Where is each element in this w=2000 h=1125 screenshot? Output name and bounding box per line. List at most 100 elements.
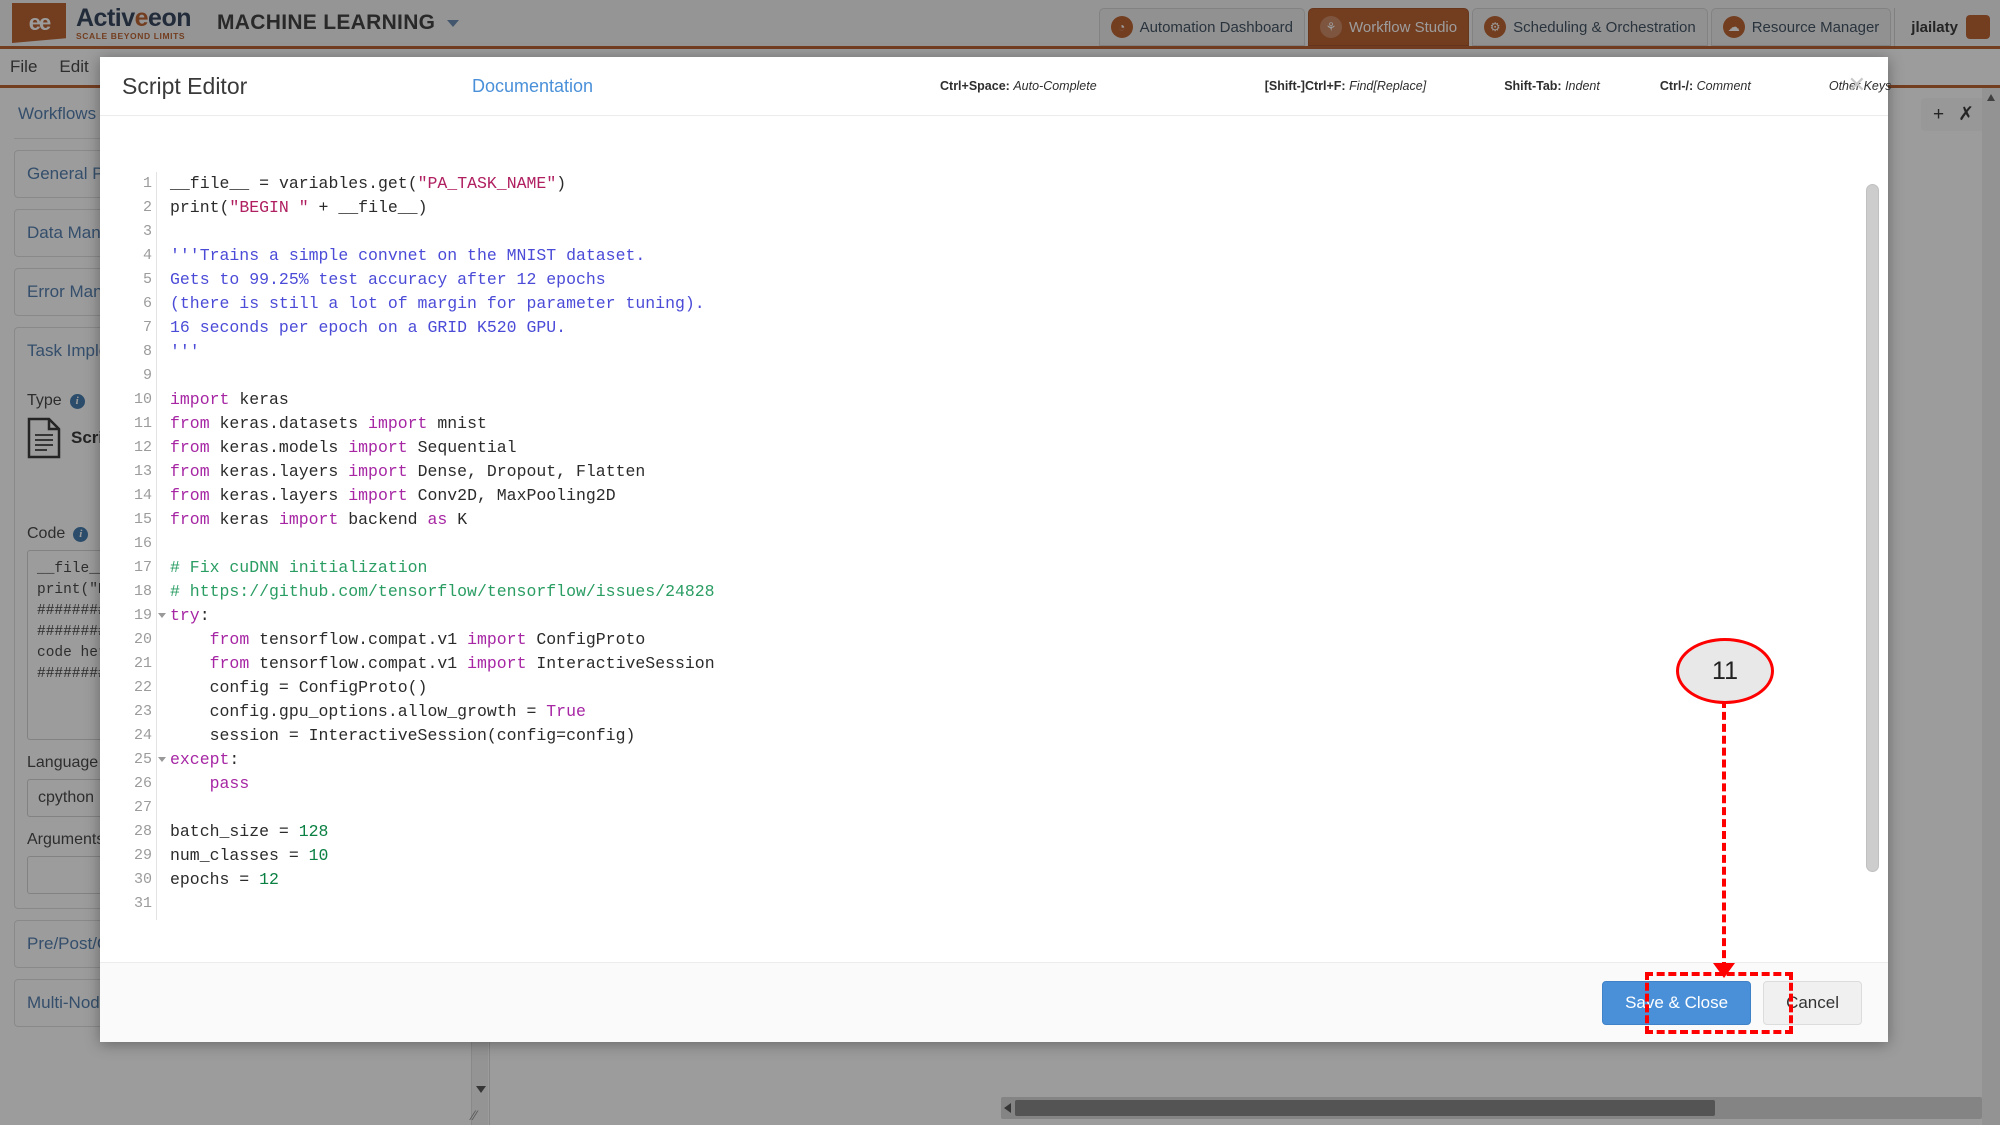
line-number: 16 — [133, 535, 152, 552]
gutter-divider — [156, 412, 170, 436]
keyboard-shortcuts-hints: Ctrl+Space: Auto-Complete [Shift-]Ctrl+F… — [940, 79, 1891, 93]
shortcut-auto-complete: Ctrl+Space: Auto-Complete — [940, 79, 1097, 93]
gutter-divider — [156, 340, 170, 364]
line-number: 20 — [133, 631, 152, 648]
code-line[interactable]: 6 (there is still a lot of margin for par… — [100, 292, 1860, 316]
code-editor[interactable]: 1 __file__ = variables.get("PA_TASK_NAME"… — [100, 172, 1860, 920]
line-number: 2 — [142, 199, 152, 216]
line-number: 8 — [142, 343, 152, 360]
code-line[interactable]: 3 — [100, 220, 1860, 244]
fold-toggle-icon[interactable] — [158, 757, 166, 762]
code-line[interactable]: 11 from keras.datasets import mnist — [100, 412, 1860, 436]
code-line[interactable]: 25 except: — [100, 748, 1860, 772]
gutter-divider — [156, 268, 170, 292]
gutter-divider — [156, 292, 170, 316]
script-editor-dialog: Script Editor Documentation Ctrl+Space: … — [100, 57, 1891, 1042]
code-line[interactable]: 4 '''Trains a simple convnet on the MNIST… — [100, 244, 1860, 268]
code-line[interactable]: 7 16 seconds per epoch on a GRID K520 GPU… — [100, 316, 1860, 340]
line-number: 27 — [133, 799, 152, 816]
line-number: 25 — [100, 748, 166, 772]
code-line[interactable]: 17 # Fix cuDNN initialization — [100, 556, 1860, 580]
line-number: 11 — [133, 415, 152, 432]
code-line[interactable]: 5 Gets to 99.25% test accuracy after 12 e… — [100, 268, 1860, 292]
line-number: 5 — [142, 271, 152, 288]
code-line[interactable]: 30 epochs = 12 — [100, 868, 1860, 892]
scrollbar-thumb[interactable] — [1866, 184, 1879, 872]
line-number: 29 — [133, 847, 152, 864]
editor-container: 1 __file__ = variables.get("PA_TASK_NAME"… — [100, 115, 1888, 995]
gutter-divider — [156, 244, 170, 268]
gutter-divider — [156, 388, 170, 412]
code-line-text: 16 seconds per epoch on a GRID K520 GPU. — [170, 318, 567, 337]
code-line[interactable]: 32 # input image dimensions — [100, 916, 1860, 920]
code-line[interactable]: 13 from keras.layers import Dense, Dropou… — [100, 460, 1860, 484]
gutter-divider — [156, 796, 170, 820]
line-number: 15 — [133, 511, 152, 528]
code-line-text: from keras import backend as K — [170, 510, 468, 529]
code-line[interactable]: 18 # https://github.com/tensorflow/tensor… — [100, 580, 1860, 604]
code-line[interactable]: 14 from keras.layers import Conv2D, MaxPo… — [100, 484, 1860, 508]
dialog-footer: Save & Close Cancel — [100, 962, 1888, 1042]
gutter-divider — [156, 676, 170, 700]
line-number: 4 — [142, 247, 152, 264]
documentation-link[interactable]: Documentation — [472, 76, 593, 97]
line-number: 6 — [142, 295, 152, 312]
code-line-text: epochs = 12 — [170, 870, 279, 889]
line-number: 14 — [133, 487, 152, 504]
code-line[interactable]: 19 try: — [100, 604, 1860, 628]
code-line-text: (there is still a lot of margin for para… — [170, 294, 705, 313]
code-line[interactable]: 28 batch_size = 128 — [100, 820, 1860, 844]
code-line[interactable]: 1 __file__ = variables.get("PA_TASK_NAME"… — [100, 172, 1860, 196]
gutter-divider — [156, 772, 170, 796]
code-line-text: # Fix cuDNN initialization — [170, 558, 428, 577]
code-line[interactable]: 2 print("BEGIN " + __file__) — [100, 196, 1860, 220]
dialog-header: Script Editor Documentation Ctrl+Space: … — [100, 57, 1891, 115]
shortcut-find-replace: [Shift-]Ctrl+F: Find[Replace] — [1264, 79, 1427, 93]
code-line[interactable]: 22 config = ConfigProto() — [100, 676, 1860, 700]
code-line[interactable]: 9 — [100, 364, 1860, 388]
code-line[interactable]: 21 from tensorflow.compat.v1 import Inte… — [100, 652, 1860, 676]
code-line-text: pass — [209, 774, 250, 793]
fold-toggle-icon[interactable] — [158, 613, 166, 618]
code-line[interactable]: 16 — [100, 532, 1860, 556]
code-line[interactable]: 15 from keras import backend as K — [100, 508, 1860, 532]
code-line[interactable]: 29 num_classes = 10 — [100, 844, 1860, 868]
code-line[interactable]: 20 from tensorflow.compat.v1 import Conf… — [100, 628, 1860, 652]
dialog-title: Script Editor — [122, 72, 248, 99]
editor-vertical-scrollbar[interactable] — [1866, 184, 1879, 924]
code-line[interactable]: 27 — [100, 796, 1860, 820]
code-line[interactable]: 12 from keras.models import Sequential — [100, 436, 1860, 460]
gutter-divider — [156, 556, 170, 580]
code-line-text: # input image dimensions — [170, 916, 408, 920]
code-line-text: config.gpu_options.allow_growth = True — [170, 702, 586, 721]
code-line-text: from tensorflow.compat.v1 import Interac… — [209, 654, 715, 673]
code-line-text: except: — [170, 750, 240, 769]
code-line-text: Gets to 99.25% test accuracy after 12 ep… — [170, 270, 606, 289]
gutter-divider — [156, 916, 170, 920]
gutter-divider — [156, 196, 170, 220]
code-line[interactable]: 26 pass — [100, 772, 1860, 796]
line-number: 10 — [133, 391, 152, 408]
line-number: 1 — [142, 175, 152, 192]
code-line[interactable]: 31 — [100, 892, 1860, 916]
gutter-divider — [156, 844, 170, 868]
line-number: 12 — [133, 439, 152, 456]
code-line-text: try: — [170, 606, 210, 625]
line-number: 7 — [142, 319, 152, 336]
gutter-divider — [156, 580, 170, 604]
code-line[interactable]: 23 config.gpu_options.allow_growth = Tru… — [100, 700, 1860, 724]
line-number: 32 — [100, 916, 156, 920]
close-icon[interactable]: ✕ — [1848, 74, 1866, 96]
code-line-text: batch_size = 128 — [170, 822, 329, 841]
code-line[interactable]: 10 import keras — [100, 388, 1860, 412]
annotation-connector-line — [1722, 700, 1726, 970]
line-number: 24 — [133, 727, 152, 744]
code-line-text: ''' — [170, 342, 200, 361]
gutter-divider — [156, 364, 170, 388]
gutter-divider — [156, 532, 170, 556]
code-line[interactable]: 8 ''' — [100, 340, 1860, 364]
gutter-divider — [156, 628, 170, 652]
code-line[interactable]: 24 session = InteractiveSession(config=c… — [100, 724, 1860, 748]
code-line-text: # https://github.com/tensorflow/tensorfl… — [170, 582, 715, 601]
gutter-divider — [156, 316, 170, 340]
